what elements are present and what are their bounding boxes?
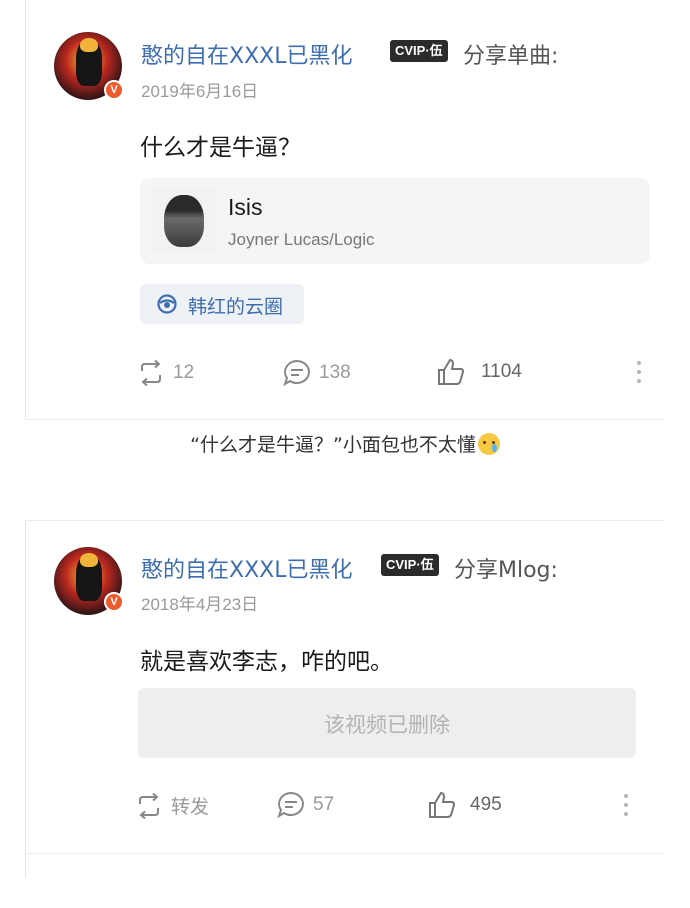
repost-count: 12 — [173, 362, 195, 383]
deleted-video-placeholder: 该视频已删除 — [138, 688, 636, 758]
album-cover-art — [164, 195, 204, 247]
verified-icon: V — [104, 80, 124, 100]
comment-button[interactable]: 57 — [277, 791, 334, 819]
repost-button[interactable]: 转发 — [135, 792, 209, 819]
more-vertical-icon[interactable] — [637, 361, 641, 388]
vip-badge[interactable]: CVIP·伍 — [381, 554, 439, 576]
deleted-notice: 该视频已删除 — [324, 713, 450, 737]
like-button[interactable]: 1104 — [437, 358, 522, 386]
music-card[interactable]: Isis Joyner Lucas/Logic — [140, 178, 650, 264]
avatar-head — [80, 553, 98, 567]
divider-post2-bottom — [25, 853, 665, 854]
comment-icon — [283, 359, 310, 387]
crying-face-emoji — [477, 433, 500, 455]
avatar-head — [80, 38, 98, 52]
repost-label: 转发 — [171, 797, 210, 818]
album-cover — [152, 187, 216, 253]
divider-post1-bottom — [25, 419, 665, 420]
comment-count: 138 — [319, 362, 351, 383]
like-button[interactable]: 495 — [428, 791, 502, 819]
author-name[interactable]: 憨的自在XXXL已黑化 — [141, 552, 352, 584]
share-type: 分享Mlog: — [454, 558, 558, 583]
post-text: 什么才是牛逼？ — [140, 135, 301, 161]
post-date: 2019年6月16日 — [141, 82, 259, 101]
repost-button[interactable]: 12 — [137, 360, 194, 386]
like-count: 495 — [470, 794, 502, 815]
topic-tag[interactable]: 韩红的云圈 — [140, 284, 304, 324]
repost-icon — [139, 792, 159, 819]
verified-icon: V — [104, 592, 124, 612]
repost-icon — [141, 360, 161, 386]
author-name[interactable]: 憨的自在XXXL已黑化 — [141, 38, 352, 70]
comment-icon — [277, 791, 304, 819]
like-count: 1104 — [481, 361, 522, 382]
post-date: 2018年4月23日 — [141, 595, 259, 614]
thumbs-up-icon — [429, 791, 456, 818]
cloud-circle-icon — [157, 294, 177, 314]
topic-label: 韩红的云圈 — [188, 296, 284, 318]
caption-label: “什么才是牛逼？”小面包也不太懂 — [190, 434, 476, 456]
share-type: 分享单曲: — [463, 44, 559, 69]
song-artist: Joyner Lucas/Logic — [228, 230, 375, 249]
comment-button[interactable]: 138 — [283, 359, 351, 387]
vip-badge[interactable]: CVIP·伍 — [390, 40, 448, 62]
left-border-top — [25, 0, 26, 420]
song-title: Isis — [228, 194, 263, 220]
more-vertical-icon[interactable] — [624, 794, 628, 821]
left-border-bottom — [25, 520, 26, 878]
comment-count: 57 — [313, 794, 335, 815]
divider-post2-top — [25, 520, 665, 521]
thumbs-up-icon — [438, 358, 465, 385]
caption-text: “什么才是牛逼？”小面包也不太懂 — [0, 430, 690, 457]
post-text: 就是喜欢李志，咋的吧。 — [140, 649, 393, 675]
